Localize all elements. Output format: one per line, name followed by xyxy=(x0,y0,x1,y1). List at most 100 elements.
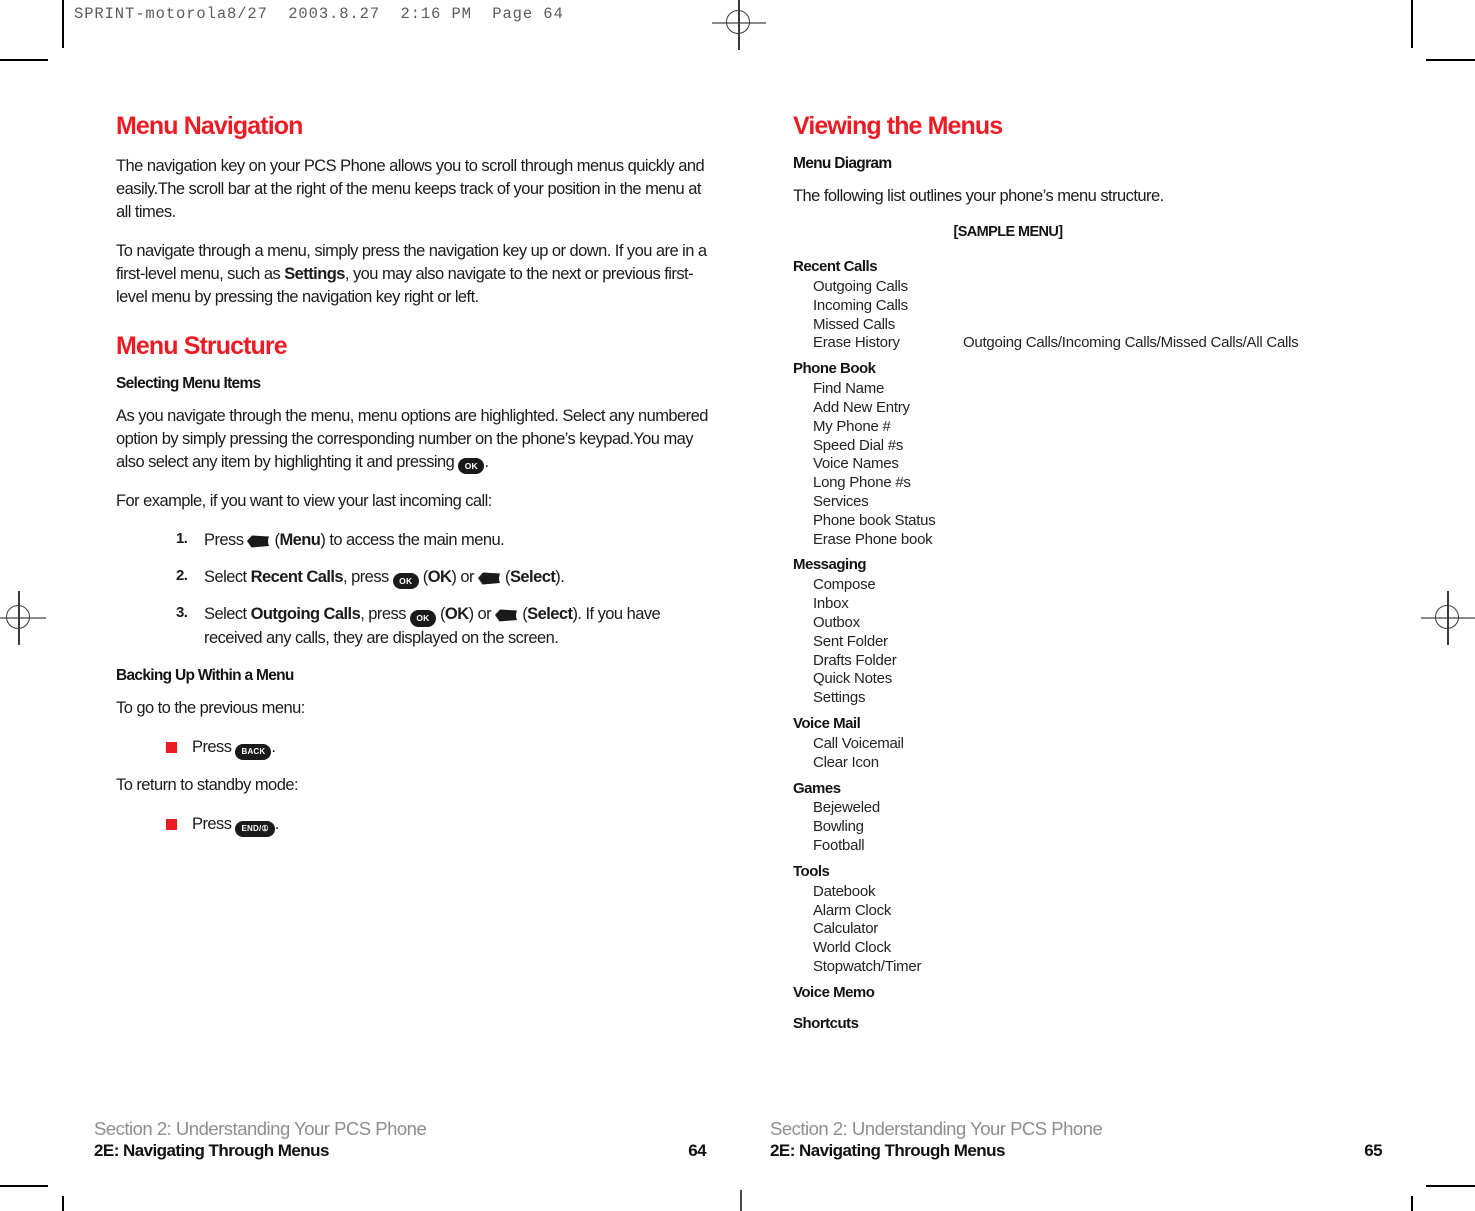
step-3-ok-close: ) or xyxy=(468,605,496,624)
footer-title-row: 2E: Navigating Through Menus 64 xyxy=(94,1140,707,1161)
footer-title-row: 2E: Navigating Through Menus 65 xyxy=(770,1140,1383,1161)
menu-group-phone-book: Phone Book Find Name Add New Entry My Ph… xyxy=(793,360,1403,549)
menu-item: Datebook xyxy=(813,882,876,900)
step-2-ok-close: ) or xyxy=(451,567,478,586)
settings-emphasis: Settings xyxy=(284,265,345,284)
registration-mark-right xyxy=(1421,591,1475,645)
menu-group-title: Voice Mail xyxy=(793,715,861,733)
menu-item-label: Erase History xyxy=(813,334,900,352)
registration-mark-top-center xyxy=(712,0,766,50)
right-page-column: Viewing the Menus Menu Diagram The follo… xyxy=(793,112,1403,1041)
crop-mark-top-left-horizontal xyxy=(0,59,48,61)
menu-group-recent-calls: Recent Calls Outgoing Calls Incoming Cal… xyxy=(793,258,1403,353)
step-3-target: Outgoing Calls xyxy=(250,605,361,624)
paragraph-selecting-options: As you navigate through the menu, menu o… xyxy=(116,405,716,475)
menu-group-voice-memo: Voice Memo xyxy=(793,984,1403,1003)
menu-item: Inbox xyxy=(813,595,849,613)
paragraph-selecting-options-text: As you navigate through the menu, menu o… xyxy=(116,406,708,471)
step-item-3: 3. Select Outgoing Calls, press OK (OK) o… xyxy=(176,603,716,649)
step-2-post: ). xyxy=(555,567,565,586)
step-1-pre: Press xyxy=(204,531,248,550)
menu-group-shortcuts: Shortcuts xyxy=(793,1015,1403,1034)
menu-item: Speed Dial #s xyxy=(813,436,904,454)
step-number-2: 2. xyxy=(176,566,188,584)
menu-item: Stopwatch/Timer xyxy=(813,958,922,975)
menu-item: Voice Names xyxy=(813,455,899,473)
step-1-post: ) to access the main menu. xyxy=(320,531,505,550)
bullet-list-end: Press END/①. xyxy=(164,813,716,838)
paragraph-selecting-options-end: . xyxy=(484,452,489,471)
menu-item: Incoming Calls xyxy=(813,296,908,314)
manual-page-spread: SPRINT-motorola8/27 2003.8.27 2:16 PM Pa… xyxy=(0,0,1475,1211)
crop-mark-top-right-horizontal xyxy=(1426,59,1475,61)
step-item-1: 1. Press (Menu) to access the main menu. xyxy=(176,529,716,551)
softkey-icon xyxy=(495,609,518,622)
crop-mark-top-right-vertical xyxy=(1411,0,1413,48)
bullet-back-post: . xyxy=(271,738,276,757)
step-number-3: 3. xyxy=(176,604,188,622)
footer-chapter-title: 2E: Navigating Through Menus xyxy=(94,1141,329,1161)
footer-section-label: Section 2: Understanding Your PCS Phone xyxy=(94,1118,427,1139)
print-file-stamp: SPRINT-motorola8/27 2003.8.27 2:16 PM Pa… xyxy=(74,5,564,23)
menu-item: My Phone # xyxy=(813,417,891,435)
menu-group-title: Tools xyxy=(793,862,830,880)
menu-item: Settings xyxy=(813,689,866,707)
step-3-mid: , press xyxy=(360,605,410,624)
step-2-pre: Select xyxy=(204,567,251,586)
footer-left-page: Section 2: Understanding Your PCS Phone … xyxy=(94,1117,707,1169)
menu-item: Calculator xyxy=(813,920,879,938)
menu-item: Quick Notes xyxy=(813,670,892,688)
paragraph-standby-mode: To return to standby mode: xyxy=(116,776,299,795)
step-2-target: Recent Calls xyxy=(250,567,344,586)
menu-item: Drafts Folder xyxy=(813,651,897,669)
paragraph-navigate-menu: To navigate through a menu, simply press… xyxy=(116,240,716,309)
bullet-item-back: Press BACK. xyxy=(164,736,716,761)
menu-item: Services xyxy=(813,493,869,510)
menu-item: Sent Folder xyxy=(813,632,888,650)
menu-group-voice-mail: Voice Mail Call Voicemail Clear Icon xyxy=(793,715,1403,773)
subheading-backing-up: Backing Up Within a Menu xyxy=(116,667,294,685)
steps-list: 1. Press (Menu) to access the main menu. … xyxy=(176,529,716,649)
footer-right-page: Section 2: Understanding Your PCS Phone … xyxy=(770,1117,1383,1169)
menu-item-detail: Outgoing Calls/Incoming Calls/Missed Cal… xyxy=(963,334,1299,352)
menu-item: Find Name xyxy=(813,380,885,398)
red-square-bullet-icon xyxy=(166,819,177,831)
crop-mark-top-left-vertical xyxy=(62,0,64,48)
bullet-end-pre: Press xyxy=(192,815,236,834)
menu-group-messaging: Messaging Compose Inbox Outbox Sent Fold… xyxy=(793,556,1403,708)
step-2-mid: , press xyxy=(343,567,393,586)
menu-item: Football xyxy=(813,837,865,855)
crop-mark-bottom-right-vertical xyxy=(1411,1196,1413,1211)
page-title-menu-navigation: Menu Navigation xyxy=(116,112,303,140)
menu-group-title: Voice Memo xyxy=(793,983,875,1001)
subheading-menu-diagram: Menu Diagram xyxy=(793,155,892,172)
menu-item: Bejeweled xyxy=(813,799,880,817)
menu-item: Missed Calls xyxy=(813,315,896,333)
step-2-ok-open: ( xyxy=(418,567,429,586)
footer-page-number: 64 xyxy=(688,1141,706,1161)
menu-item: Erase Phone book xyxy=(813,530,933,548)
crop-mark-bottom-left-horizontal xyxy=(0,1185,48,1187)
step-number-1: 1. xyxy=(176,530,188,548)
step-item-2: 2. Select Recent Calls, press OK (OK) or … xyxy=(176,566,716,590)
back-key-icon: BACK xyxy=(235,744,272,761)
ok-key-icon: OK xyxy=(458,457,485,475)
menu-group-tools: Tools Datebook Alarm Clock Calculator Wo… xyxy=(793,863,1403,977)
red-square-bullet-icon xyxy=(166,742,177,754)
menu-item: Compose xyxy=(813,576,876,594)
paragraph-navigation-key: The navigation key on your PCS Phone all… xyxy=(116,157,705,222)
footer-page-number: 65 xyxy=(1364,1141,1382,1161)
menu-item: Call Voicemail xyxy=(813,734,904,752)
step-2-ok-label: OK xyxy=(427,567,452,586)
crop-mark-bottom-left-vertical xyxy=(62,1196,64,1211)
page-title-menu-structure: Menu Structure xyxy=(116,331,288,360)
paragraph-previous-menu: To go to the previous menu: xyxy=(116,699,305,718)
crop-mark-bottom-center-vertical xyxy=(740,1190,742,1211)
menu-item: Alarm Clock xyxy=(813,901,892,919)
menu-group-title: Shortcuts xyxy=(793,1014,859,1032)
paragraph-menu-structure-intro: The following list outlines your phone’s… xyxy=(793,187,1164,205)
menu-item: Bowling xyxy=(813,818,864,836)
step-3-sel-open: ( xyxy=(518,605,528,624)
bullet-end-post: . xyxy=(274,815,280,834)
menu-group-games: Games Bejeweled Bowling Football xyxy=(793,780,1403,856)
